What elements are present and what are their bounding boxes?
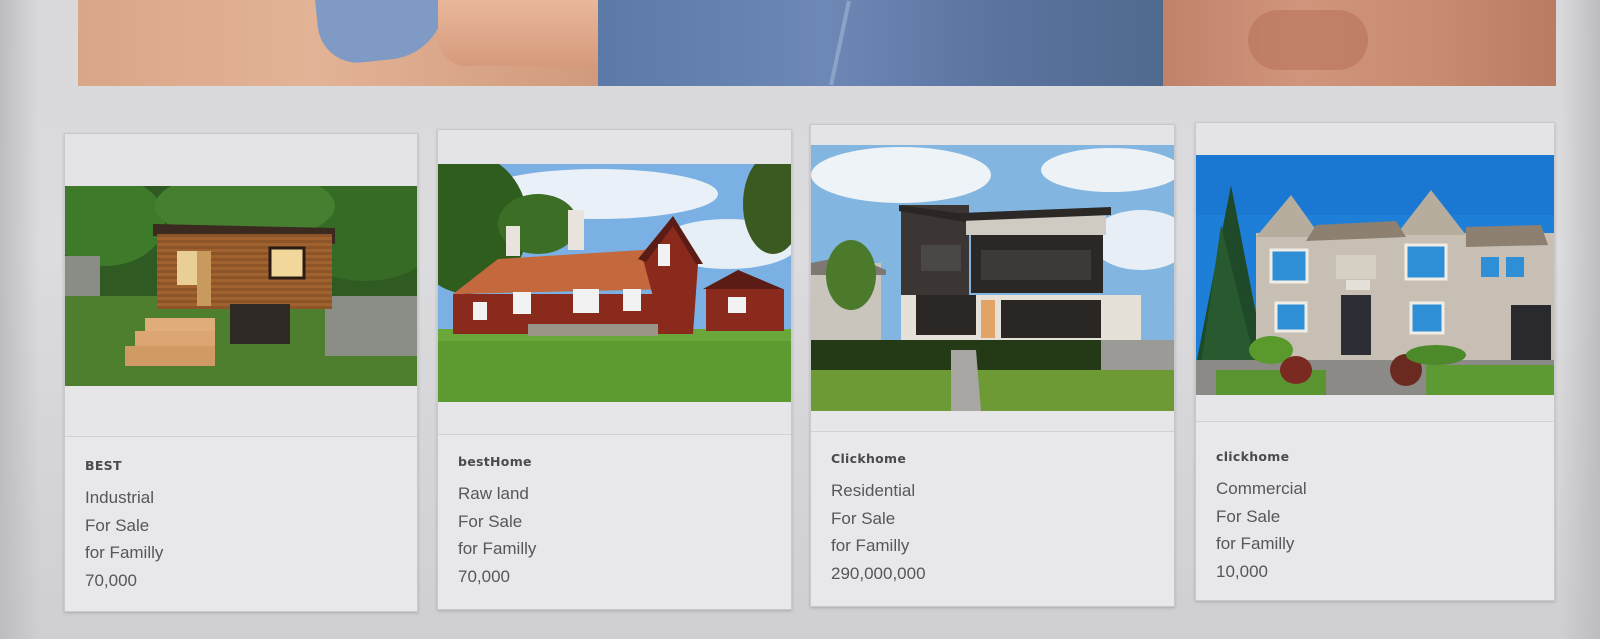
listing-audience: for Familly — [831, 536, 910, 555]
listing-status: For Sale — [458, 511, 523, 531]
listing-price: 70,000 — [458, 566, 510, 586]
listing-card-industrial[interactable]: BEST Industrial For Sale for Familly 70,… — [64, 133, 418, 612]
listing-audience: for Familly — [85, 543, 164, 562]
listing-photo-red-house[interactable] — [438, 164, 791, 402]
listing-price: 10,000 — [1216, 561, 1268, 581]
listing-category: Raw land — [458, 484, 529, 503]
listing-brand: BEST — [85, 458, 122, 473]
listing-card-residential[interactable]: Clickhome Residential For Sale for Famil… — [810, 124, 1175, 607]
listing-price: 290,000,000 — [831, 563, 926, 583]
listing-card-raw-land[interactable]: bestHome Raw land For Sale for Familly 7… — [437, 129, 792, 610]
page-edge-shadow-left — [0, 0, 40, 639]
listing-status: For Sale — [1216, 506, 1281, 526]
listing-photo-tiny-house[interactable] — [65, 186, 417, 386]
listing-category: Commercial — [1216, 479, 1307, 498]
page-edge-shadow-right — [1560, 0, 1600, 639]
listing-brand: Clickhome — [831, 451, 907, 466]
listing-category: Residential — [831, 481, 916, 500]
listing-photo-stucco-house[interactable] — [1196, 155, 1554, 395]
listing-brand: clickhome — [1216, 449, 1290, 464]
listing-price: 70,000 — [85, 570, 137, 590]
listing-audience: for Familly — [458, 539, 537, 558]
listing-photo-modern-house[interactable] — [811, 145, 1174, 411]
listing-status: For Sale — [831, 508, 896, 528]
listing-status: For Sale — [85, 515, 150, 535]
listing-category: Industrial — [85, 488, 154, 507]
hero-banner-image — [78, 0, 1556, 86]
listing-brand: bestHome — [458, 454, 532, 469]
listing-audience: for Familly — [1216, 534, 1295, 553]
listing-card-commercial[interactable]: clickhome Commercial For Sale for Famill… — [1195, 122, 1555, 601]
